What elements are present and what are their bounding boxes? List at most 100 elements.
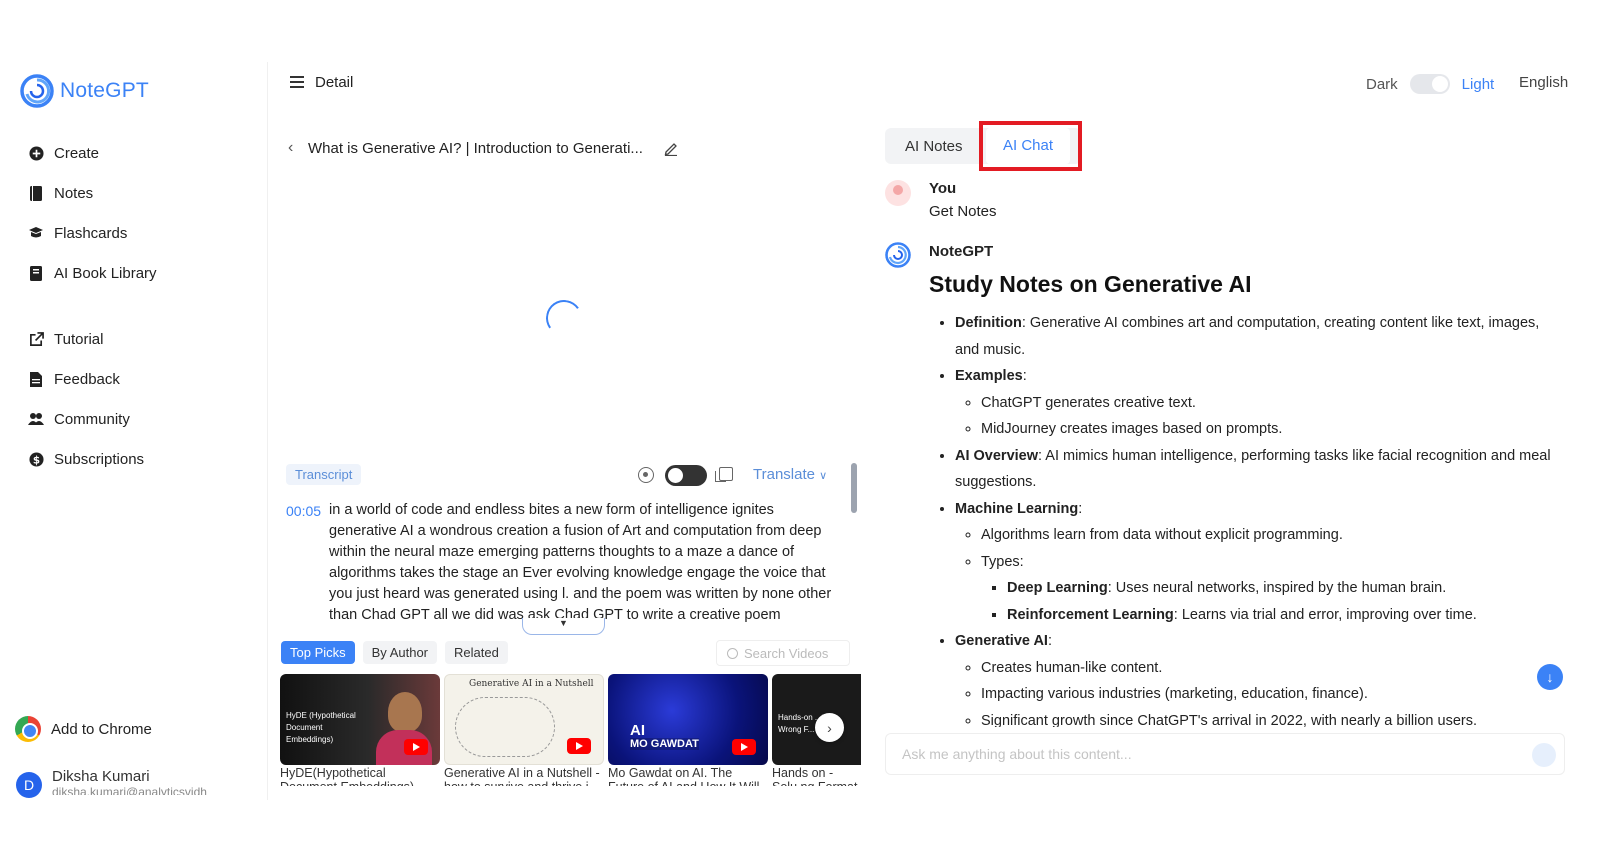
edit-icon[interactable] [663,140,679,156]
sidebar-item-flashcards[interactable]: Flashcards [28,213,157,253]
add-to-chrome-button[interactable]: Add to Chrome [15,716,152,742]
tab-transcript[interactable]: Transcript [286,464,362,485]
video-card-title: Hands on - Solu ng Format [772,766,857,786]
user-message-author: You [929,180,957,197]
presenter-image [388,692,422,732]
sub-list: Creates human-like content. Impacting va… [955,655,1561,728]
list-item: Generative AI: Creates human-like conten… [955,628,1561,727]
library-icon [28,265,44,281]
sketch-illustration [455,697,555,757]
video-card-title: HyDE(Hypothetical Document Embeddings) [280,766,414,786]
list-item: Definition: Generative AI combines art a… [955,310,1561,363]
user-avatar [885,180,911,206]
transcript-segment: 00:05 in a world of code and endless bit… [286,500,838,623]
video-title-bar: ‹ What is Generative AI? | Introduction … [288,139,643,157]
list-item: Algorithms learn from data without expli… [981,522,1561,549]
sidebar-item-notes[interactable]: Notes [28,173,157,213]
translate-label: Translate [753,466,815,483]
search-videos-input[interactable]: Search Videos [716,640,850,666]
user-message-text: Get Notes [929,203,997,220]
scroll-to-bottom-button[interactable]: ↓ [1537,664,1563,690]
language-selector[interactable]: English [1519,74,1568,91]
sidebar-item-label: Tutorial [54,330,104,348]
video-thumbnail: Generative AI in a Nutshell [444,674,604,765]
search-icon [727,647,738,659]
list-item: Impacting various industries (marketing,… [981,681,1561,708]
sidebar-nav-secondary: Tutorial Feedback Community $ Subscripti… [28,319,144,479]
tab-related[interactable]: Related [445,641,508,664]
tab-ai-chat[interactable]: AI Chat [986,128,1070,164]
sidebar-item-tutorial[interactable]: Tutorial [28,319,144,359]
document-icon [28,371,44,387]
item-label: Reinforcement Learning [1007,606,1174,623]
item-label: Deep Learning [1007,580,1108,596]
item-text: : Learns via trial and error, improving … [1173,606,1477,623]
list-item: AI Overview: AI mimics human intelligenc… [955,443,1561,496]
transcript-scrollbar[interactable] [851,463,857,513]
bot-message-author: NoteGPT [929,243,994,260]
caret-down-icon: ▼ [559,618,568,628]
sub-sub-list: Deep Learning: Uses neural networks, ins… [981,575,1561,628]
chat-input[interactable] [886,734,1486,774]
theme-toggle[interactable] [1409,74,1450,94]
video-title: What is Generative AI? | Introduction to… [308,139,643,157]
item-text: : Generative AI combines art and computa… [955,315,1540,358]
carousel-next-button[interactable]: › [815,713,844,742]
chrome-icon [15,716,41,742]
user-profile[interactable]: D Diksha Kumari diksha.kumari@analyticsv… [16,768,207,798]
video-card[interactable]: Generative AI in a Nutshell Generative A… [444,674,604,786]
send-button[interactable] [1532,743,1556,767]
expand-transcript-button[interactable]: ▼ [522,618,605,635]
tab-by-author[interactable]: By Author [362,641,438,664]
notegpt-logo-icon [20,74,54,108]
locate-icon[interactable] [638,467,654,483]
sidebar-item-community[interactable]: Community [28,399,144,439]
tab-top-picks[interactable]: Top Picks [281,641,355,664]
video-card[interactable]: AI MO GAWDAT Mo Gawdat on AI. The Future… [608,674,768,786]
avatar: D [16,772,42,798]
sidebar-item-create[interactable]: Create [28,133,157,173]
logo[interactable]: NoteGPT [20,74,149,108]
list-item: Deep Learning: Uses neural networks, ins… [1007,575,1561,602]
search-placeholder: Search Videos [744,645,829,661]
theme-light-label[interactable]: Light [1462,76,1495,93]
youtube-icon [732,739,756,755]
theme-dark-label[interactable]: Dark [1366,76,1398,93]
chevron-right-icon: › [827,719,832,736]
thumbnail-subtext: MO GAWDAT [630,738,699,750]
translate-dropdown[interactable]: Translate ∨ [753,466,827,483]
thumbnail-text: Generative AI in a Nutshell [469,679,594,689]
notegpt-avatar-icon [885,242,911,268]
transcript-timestamp[interactable]: 00:05 [286,500,321,623]
video-card-title: Generative AI in a Nutshell - how to sur… [444,766,600,786]
back-chevron-icon[interactable]: ‹ [288,139,300,157]
list-item: Significant growth since ChatGPT's arriv… [981,708,1561,728]
external-link-icon [28,331,44,347]
chat-input-box [885,733,1565,775]
user-name: Diksha Kumari [52,768,150,785]
sidebar-item-label: Feedback [54,370,120,388]
video-card-title: Mo Gawdat on AI. The Future of AI and Ho… [608,766,759,786]
video-card[interactable]: HyDE (Hypothetical Document Embeddings) … [280,674,440,786]
sidebar-item-subscriptions[interactable]: $ Subscriptions [28,439,144,479]
transcript-toggle[interactable] [665,465,707,486]
sidebar-item-label: Create [54,144,100,162]
theme-switcher: Dark Light [1366,74,1494,94]
add-to-chrome-label: Add to Chrome [51,720,152,738]
chevron-down-icon: ∨ [819,470,828,482]
notes-list: Definition: Generative AI combines art a… [929,310,1561,727]
item-label: Machine Learning [955,500,1079,517]
plus-circle-icon [28,145,44,161]
menu-icon[interactable] [290,76,304,91]
sidebar-item-feedback[interactable]: Feedback [28,359,144,399]
copy-icon[interactable] [715,467,733,482]
user-email: diksha.kumari@analyticsvidh [52,785,207,795]
loading-spinner [543,297,585,339]
tab-ai-notes[interactable]: AI Notes [905,138,963,155]
thumbnail-text: HyDE (Hypothetical Document Embeddings) [286,711,356,744]
sidebar-item-label: Notes [54,184,94,202]
sidebar-item-ai-book-library[interactable]: AI Book Library [28,253,157,293]
item-text: Types: [981,553,1024,570]
video-thumbnail: HyDE (Hypothetical Document Embeddings) [280,674,440,765]
sidebar-item-label: Community [54,410,130,428]
